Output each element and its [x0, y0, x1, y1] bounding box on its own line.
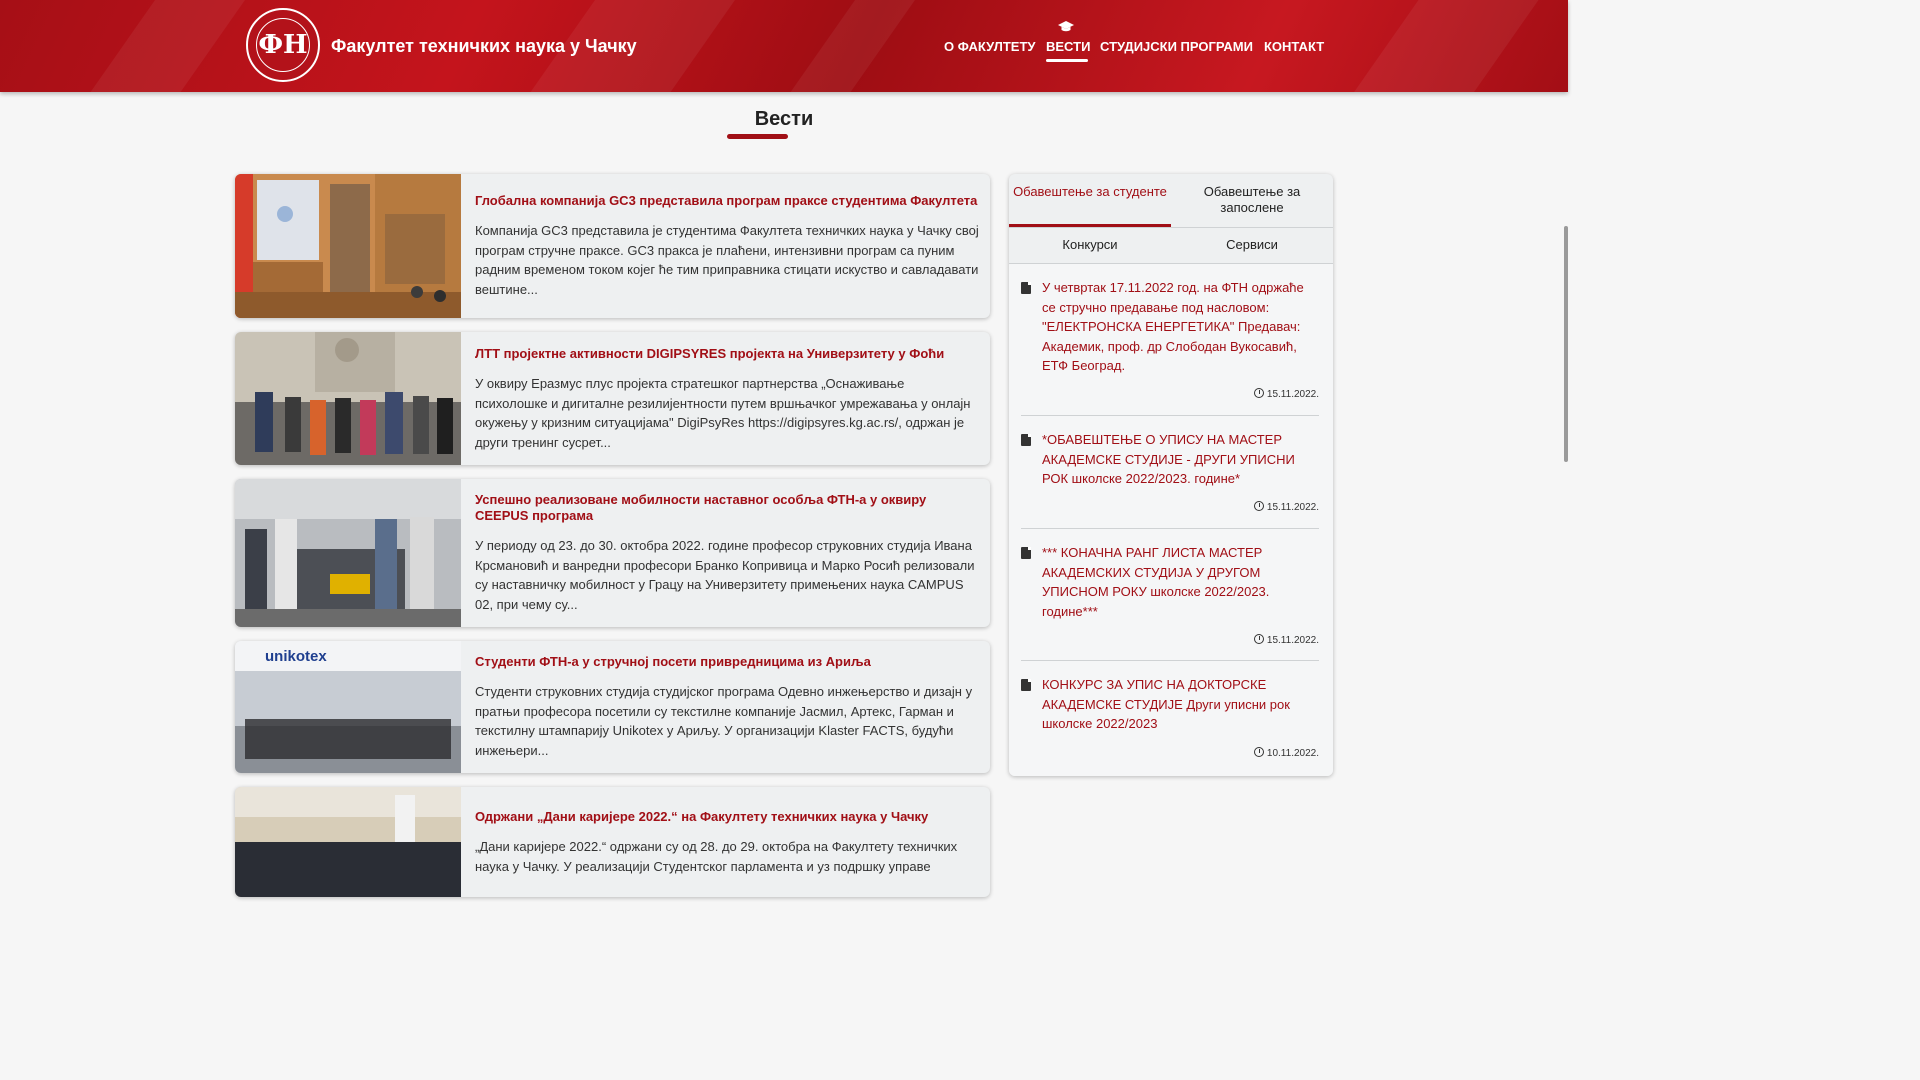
- unikotex-sign: unikotex: [265, 648, 327, 665]
- news-title[interactable]: Успешно реализоване мобилности наставног…: [475, 492, 980, 524]
- page-title: Вести: [754, 108, 814, 130]
- notice-date: 15.11.2022.: [1253, 501, 1319, 513]
- notice-date: 10.11.2022.: [1253, 747, 1319, 759]
- nav-item-news[interactable]: ВЕСТИ: [1046, 39, 1090, 54]
- title-underline: [727, 134, 788, 139]
- tab-competitions[interactable]: Конкурси: [1009, 237, 1171, 253]
- logo-monogram: ФН: [256, 18, 310, 72]
- clock-icon: [1253, 501, 1264, 511]
- header-decoration: [70, 0, 260, 92]
- news-thumbnail: [235, 479, 461, 627]
- news-card[interactable]: unikotex Студенти ФТН-а у стручној посет…: [235, 641, 990, 773]
- news-thumbnail: unikotex: [235, 641, 461, 773]
- notice-link[interactable]: У четвртак 17.11.2022 год. на ФТН одржаћ…: [1042, 278, 1304, 376]
- nav-active-indicator: [1046, 59, 1088, 62]
- graduation-cap-icon: [1058, 21, 1074, 32]
- header-decoration: [770, 0, 930, 92]
- notice-item[interactable]: КОНКУРС ЗА УПИС НА ДОКТОРСКЕ АКАДЕМСКЕ С…: [1021, 675, 1321, 765]
- notice-item[interactable]: *ОБАВЕШТЕЊЕ О УПИСУ НА МАСТЕР АКАДЕМСКЕ …: [1021, 430, 1321, 520]
- pdf-icon: [1021, 434, 1031, 446]
- notice-item[interactable]: У четвртак 17.11.2022 год. на ФТН одржаћ…: [1021, 278, 1321, 408]
- news-thumbnail: [235, 174, 461, 318]
- site-header: ФН Факултет техничких наука у Чачку О ФА…: [0, 0, 1568, 92]
- notice-date: 15.11.2022.: [1253, 634, 1319, 646]
- pdf-icon: [1021, 282, 1031, 294]
- notices-panel: Обавештење за студенте Обавештење за зап…: [1009, 174, 1333, 776]
- tab-divider: [1009, 227, 1333, 228]
- news-thumbnail: [235, 332, 461, 465]
- notice-link[interactable]: *ОБАВЕШТЕЊЕ О УПИСУ НА МАСТЕР АКАДЕМСКЕ …: [1042, 430, 1304, 489]
- news-card[interactable]: Успешно реализоване мобилности наставног…: [235, 479, 990, 627]
- nav-item-about[interactable]: О ФАКУЛТЕТУ: [944, 39, 1036, 54]
- nav-item-study-programs[interactable]: СТУДИЈСКИ ПРОГРАМИ: [1100, 39, 1253, 54]
- news-title[interactable]: Глобална компанија GC3 представила прогр…: [475, 193, 980, 209]
- news-excerpt: Студенти струковних студија студијског п…: [475, 684, 973, 758]
- site-title[interactable]: Факултет техничких наука у Чачку: [331, 36, 637, 57]
- news-title[interactable]: ЛТТ пројектне активности DIGIPSYRES прој…: [475, 346, 980, 362]
- header-decoration: [1327, 0, 1553, 92]
- news-thumbnail: [235, 787, 461, 897]
- news-excerpt: У периоду од 23. до 30. октобра 2022. го…: [475, 538, 975, 612]
- news-card[interactable]: ЛТТ пројектне активности DIGIPSYRES прој…: [235, 332, 990, 465]
- news-card[interactable]: Одржани „Дани каријере 2022.“ на Факулте…: [235, 787, 990, 897]
- notice-divider: [1021, 528, 1319, 529]
- notice-divider: [1021, 415, 1319, 416]
- tab-services[interactable]: Сервиси: [1171, 237, 1333, 253]
- nav-item-contact[interactable]: КОНТАКТ: [1264, 39, 1324, 54]
- news-excerpt: Компанија GC3 представила је студентима …: [475, 223, 979, 297]
- news-title[interactable]: Студенти ФТН-а у стручној посети привред…: [475, 654, 980, 670]
- notice-date: 15.11.2022.: [1253, 388, 1319, 400]
- news-title[interactable]: Одржани „Дани каријере 2022.“ на Факулте…: [475, 809, 980, 825]
- news-excerpt: У оквиру Еразмус плус пројекта стратешко…: [475, 376, 971, 450]
- page-scrollbar[interactable]: [1564, 226, 1568, 462]
- faculty-logo[interactable]: ФН: [246, 8, 320, 82]
- notice-link[interactable]: КОНКУРС ЗА УПИС НА ДОКТОРСКЕ АКАДЕМСКЕ С…: [1042, 675, 1304, 734]
- news-card[interactable]: Глобална компанија GC3 представила прогр…: [235, 174, 990, 318]
- news-excerpt: „Дани каријере 2022.“ одржани су од 28. …: [475, 839, 958, 874]
- clock-icon: [1253, 634, 1264, 644]
- notice-list: У четвртак 17.11.2022 год. на ФТН одржаћ…: [1009, 264, 1333, 776]
- notice-link[interactable]: *** КОНАЧНА РАНГ ЛИСТА МАСТЕР АКАДЕМСКИХ…: [1042, 543, 1304, 621]
- tab-student-notices[interactable]: Обавештење за студенте: [1009, 184, 1171, 200]
- tab-staff-notices[interactable]: Обавештење за запослене: [1171, 184, 1333, 216]
- notice-item[interactable]: *** КОНАЧНА РАНГ ЛИСТА МАСТЕР АКАДЕМСКИХ…: [1021, 543, 1321, 653]
- pdf-icon: [1021, 547, 1031, 559]
- clock-icon: [1253, 747, 1264, 757]
- notice-divider: [1021, 660, 1319, 661]
- clock-icon: [1253, 388, 1264, 398]
- pdf-icon: [1021, 679, 1031, 691]
